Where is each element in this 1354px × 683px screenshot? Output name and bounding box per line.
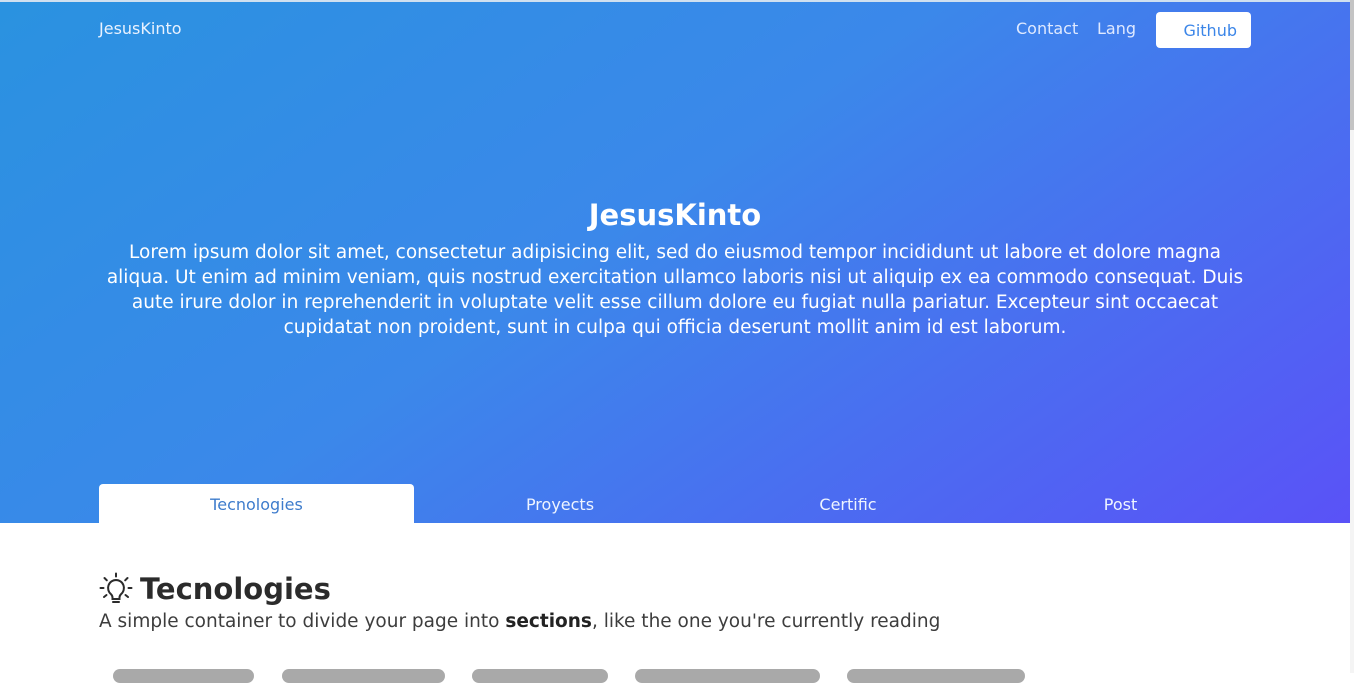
subtitle-text-end: , like the one you're currently reading — [591, 611, 941, 632]
nav-lang-link[interactable]: Lang — [1097, 19, 1136, 38]
github-button[interactable]: Github — [1156, 12, 1251, 48]
section-heading: Tecnologies — [99, 572, 331, 606]
tech-badge[interactable] — [847, 669, 1025, 683]
tab-certific[interactable]: Certific — [706, 484, 990, 525]
nav-contact-link[interactable]: Contact — [1016, 19, 1078, 38]
tab-proyects[interactable]: Proyects — [414, 484, 706, 525]
github-button-label: Github — [1183, 20, 1237, 40]
tech-badge[interactable] — [635, 669, 820, 683]
scrollbar-thumb[interactable] — [1350, 0, 1354, 130]
section-tabs: Tecnologies Proyects Certific Post — [99, 484, 1251, 525]
subtitle-bold-text: sections — [505, 611, 592, 632]
lightbulb-icon — [99, 572, 133, 603]
tech-badge[interactable] — [472, 669, 608, 683]
section-subtitle: A simple container to divide your page i… — [99, 611, 940, 632]
top-navbar: JesusKinto Contact Lang Github — [0, 2, 1350, 58]
hero-description: Lorem ipsum dolor sit amet, consectetur … — [106, 242, 1244, 338]
section-title: Tecnologies — [140, 572, 331, 606]
brand-link[interactable]: JesusKinto — [99, 19, 182, 38]
tab-post[interactable]: Post — [990, 484, 1251, 525]
hero-title: JesusKinto — [588, 198, 762, 232]
tech-badge[interactable] — [282, 669, 445, 683]
subtitle-text-start: A simple container to divide your page i… — [99, 611, 506, 632]
hero-section: JesusKinto Contact Lang Github JesusKint… — [0, 0, 1350, 525]
tech-badge[interactable] — [113, 669, 254, 683]
tab-tecnologies[interactable]: Tecnologies — [99, 484, 414, 525]
